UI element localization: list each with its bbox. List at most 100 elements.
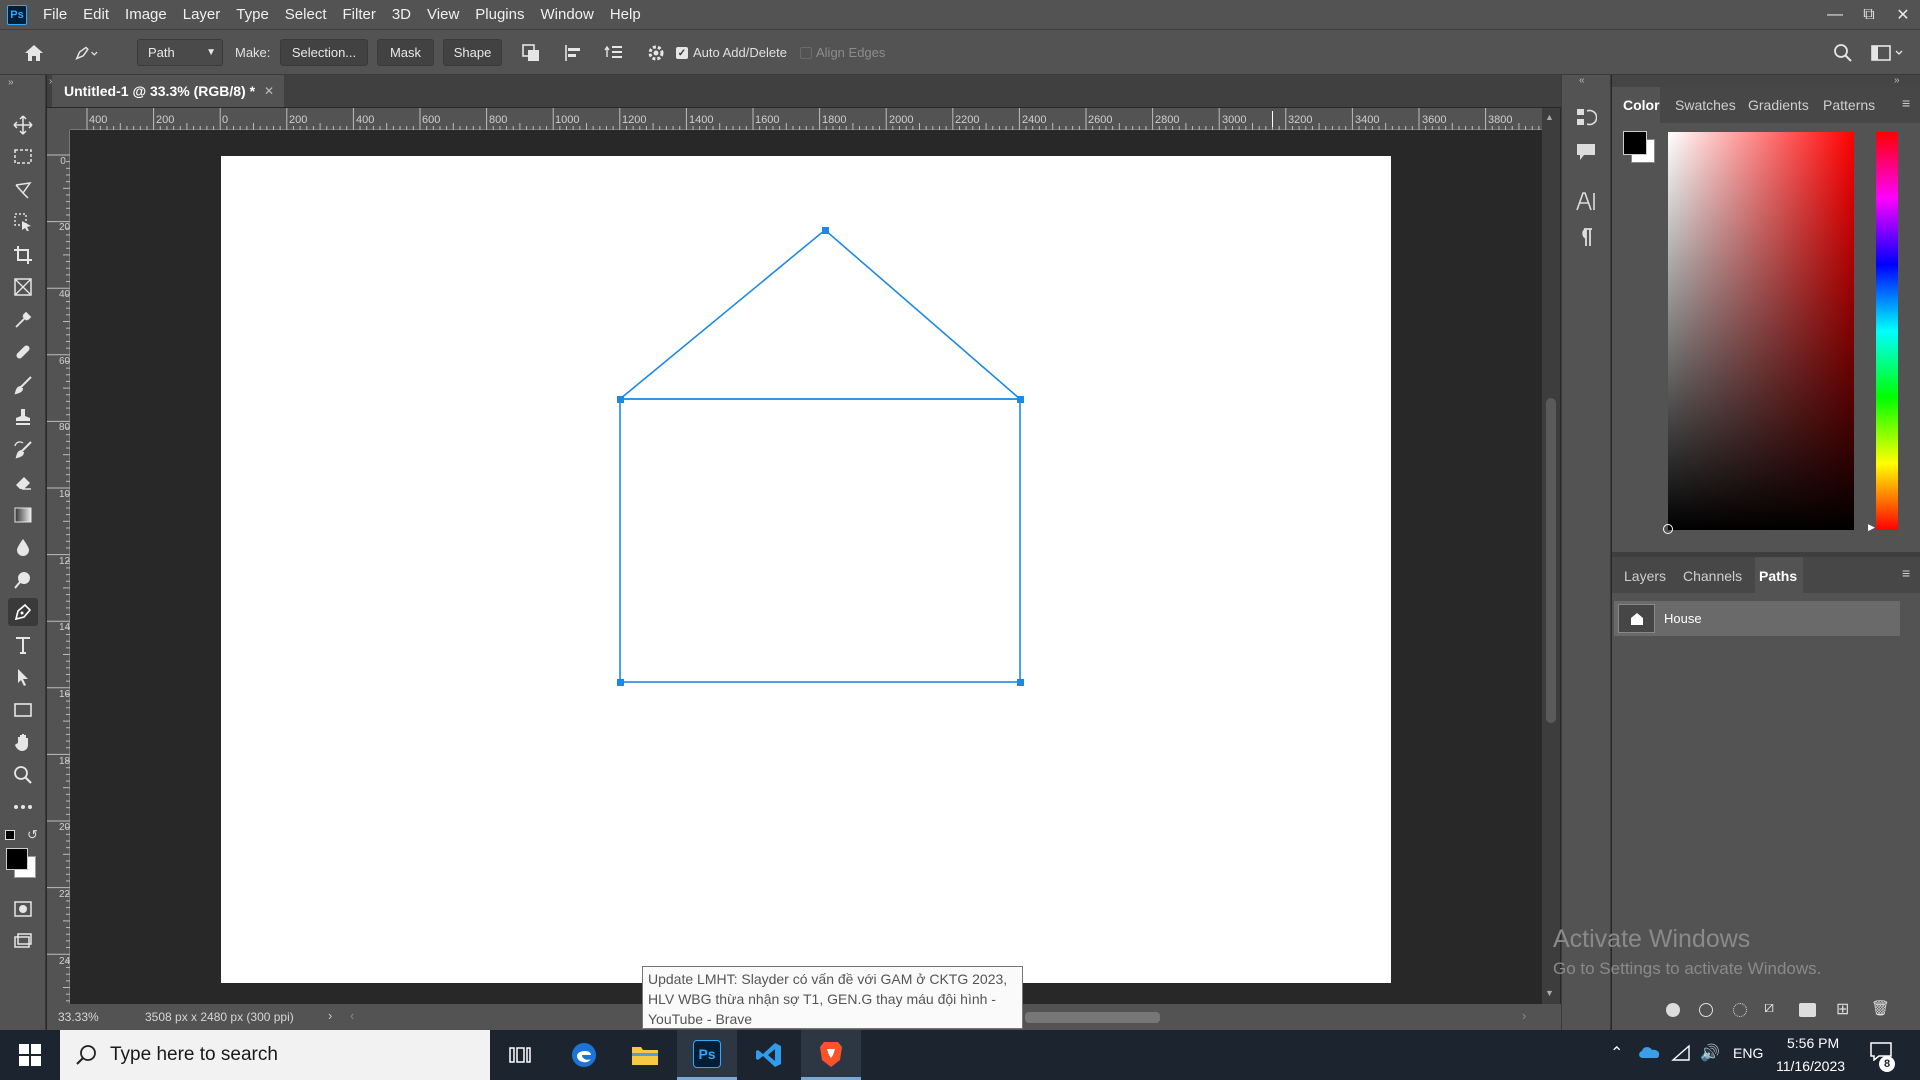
make-mask-button[interactable]: Mask [377, 39, 434, 66]
foreground-color-swatch[interactable] [1623, 131, 1647, 155]
swap-colors-icon[interactable]: ↺ [27, 827, 38, 843]
tab-paths[interactable]: Paths [1759, 568, 1797, 584]
path-list-item[interactable]: House [1614, 601, 1900, 636]
menu-view[interactable]: View [419, 0, 467, 29]
anchor-point[interactable] [617, 679, 624, 686]
tab-channels[interactable]: Channels [1683, 568, 1742, 584]
restore-button[interactable]: ⧉ [1852, 0, 1886, 29]
scroll-down-icon[interactable]: ▼ [1545, 988, 1554, 998]
show-hidden-icons-icon[interactable]: ⌃ [1610, 1043, 1623, 1063]
pen-tool-preset-icon[interactable] [74, 41, 98, 65]
auto-add-delete-checkbox[interactable]: ✓ [676, 47, 688, 59]
start-button[interactable] [0, 1030, 60, 1080]
gear-icon[interactable] [644, 41, 668, 65]
path-name[interactable]: House [1664, 611, 1702, 626]
history-panel-icon[interactable] [1575, 106, 1597, 128]
close-button[interactable]: ✕ [1886, 0, 1920, 29]
vertical-scroll-thumb[interactable] [1546, 398, 1556, 723]
home-icon[interactable] [22, 41, 46, 65]
add-mask-icon[interactable] [1799, 1003, 1816, 1017]
align-edges-checkbox[interactable] [800, 47, 812, 59]
hand-tool-icon[interactable] [8, 728, 38, 756]
dodge-tool-icon[interactable] [8, 566, 38, 594]
minimize-button[interactable]: — [1818, 0, 1852, 29]
panel-menu-icon[interactable]: ≡ [1902, 565, 1910, 581]
path-arrangement-icon[interactable] [603, 41, 627, 65]
path-operations-icon[interactable] [519, 41, 543, 65]
file-explorer-icon[interactable] [615, 1030, 675, 1080]
brush-tool-icon[interactable] [8, 371, 38, 399]
load-selection-icon[interactable] [1733, 1003, 1747, 1017]
volume-icon[interactable]: 🔊 [1700, 1043, 1720, 1063]
horizontal-scroll-thumb[interactable] [1025, 1012, 1160, 1023]
edge-browser-icon[interactable] [554, 1030, 614, 1080]
path-selection-tool-icon[interactable] [8, 663, 38, 691]
marquee-tool-icon[interactable] [8, 143, 38, 171]
photoshop-taskbar-icon[interactable]: Ps [677, 1030, 737, 1080]
network-icon[interactable] [1671, 1044, 1691, 1062]
panel-menu-icon[interactable]: ≡ [1902, 95, 1910, 111]
task-view-icon[interactable] [490, 1030, 550, 1080]
menu-edit[interactable]: Edit [75, 0, 117, 29]
make-work-path-icon[interactable]: ⧄ [1764, 999, 1774, 1017]
collapse-icon[interactable]: » [1894, 75, 1900, 86]
healing-brush-tool-icon[interactable] [8, 338, 38, 366]
object-selection-tool-icon[interactable] [8, 208, 38, 236]
menu-type[interactable]: Type [228, 0, 277, 29]
tab-layers[interactable]: Layers [1624, 568, 1666, 584]
fill-path-icon[interactable] [1666, 1003, 1680, 1017]
tab-gradients[interactable]: Gradients [1748, 97, 1809, 113]
clock-time[interactable]: 5:56 PM [1787, 1035, 1839, 1051]
foreground-color-swatch[interactable] [6, 848, 28, 870]
more-tools-icon[interactable] [8, 793, 38, 821]
move-tool-icon[interactable] [8, 111, 38, 139]
quick-mask-icon[interactable] [8, 895, 38, 923]
clock-date[interactable]: 11/16/2023 [1776, 1058, 1845, 1074]
color-picker-cursor[interactable] [1663, 524, 1673, 534]
hue-slider[interactable]: ▶ [1868, 132, 1898, 532]
delete-path-icon[interactable]: 🗑 [1871, 999, 1890, 1017]
default-colors-icon[interactable] [5, 830, 15, 840]
lasso-tool-icon[interactable] [8, 176, 38, 204]
anchor-point[interactable] [822, 227, 829, 234]
hue-slider-handle[interactable]: ▶ [1868, 522, 1875, 533]
zoom-level[interactable]: 33.33% [58, 1010, 99, 1024]
tab-swatches[interactable]: Swatches [1675, 97, 1736, 113]
menu-3d[interactable]: 3D [384, 0, 419, 29]
document-tab[interactable]: Untitled-1 @ 33.3% (RGB/8) * ✕ [52, 75, 284, 107]
screen-mode-icon[interactable] [8, 927, 38, 955]
collapse-toolbar-icon[interactable]: » [8, 77, 14, 88]
document-info[interactable]: 3508 px x 2480 px (300 ppi) [145, 1010, 294, 1024]
taskbar-search-box[interactable]: Type here to search [60, 1030, 490, 1080]
type-tool-icon[interactable] [8, 631, 38, 659]
stamp-tool-icon[interactable] [8, 403, 38, 431]
document-canvas[interactable] [221, 156, 1391, 983]
menu-window[interactable]: Window [532, 0, 601, 29]
menu-filter[interactable]: Filter [335, 0, 384, 29]
zoom-tool-icon[interactable] [8, 761, 38, 789]
eraser-tool-icon[interactable] [8, 468, 38, 496]
crop-tool-icon[interactable] [8, 241, 38, 269]
new-path-icon[interactable]: ⊞ [1836, 999, 1849, 1019]
character-panel-icon[interactable] [1575, 190, 1597, 212]
house-path[interactable] [221, 156, 1391, 983]
eyedropper-tool-icon[interactable] [8, 306, 38, 334]
history-brush-tool-icon[interactable] [8, 436, 38, 464]
scroll-up-icon[interactable]: ▲ [1545, 112, 1554, 122]
stroke-path-icon[interactable] [1699, 1003, 1713, 1017]
vertical-scrollbar[interactable]: ▲ ▼ [1542, 108, 1560, 1004]
menu-image[interactable]: Image [117, 0, 175, 29]
mode-select[interactable]: Path ▼ [137, 39, 223, 66]
paragraph-panel-icon[interactable] [1575, 226, 1597, 248]
rectangle-tool-icon[interactable] [8, 696, 38, 724]
vscode-icon[interactable] [739, 1030, 799, 1080]
menu-help[interactable]: Help [602, 0, 649, 29]
color-field[interactable] [1663, 132, 1854, 534]
make-shape-button[interactable]: Shape [443, 39, 502, 66]
language-indicator[interactable]: ENG [1733, 1045, 1763, 1061]
scroll-left-icon[interactable]: ‹ [350, 1008, 354, 1023]
collapse-icon[interactable]: « [1579, 75, 1585, 86]
workspace-icon[interactable] [1867, 41, 1907, 65]
pen-tool-icon[interactable] [8, 598, 38, 626]
path-alignment-icon[interactable] [561, 41, 585, 65]
